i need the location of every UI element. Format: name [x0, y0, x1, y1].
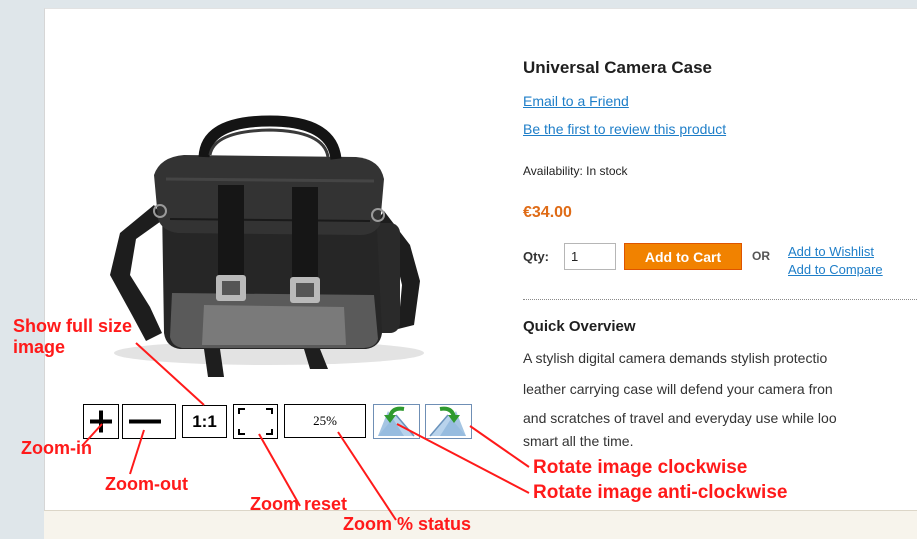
rotate-anticlockwise-button[interactable] [373, 404, 420, 439]
email-friend-link[interactable]: Email to a Friend [523, 93, 629, 109]
product-image[interactable] [84, 115, 466, 393]
annotation-zoom-out: Zoom-out [105, 474, 188, 494]
minus-icon [129, 419, 161, 424]
overview-line: leather carrying case will defend your c… [523, 381, 833, 397]
overview-line: A stylish digital camera demands stylish… [523, 350, 828, 366]
overview-line: smart all the time. [523, 433, 634, 449]
availability-status: Availability: In stock [523, 164, 628, 178]
add-to-compare-link[interactable]: Add to Compare [788, 262, 883, 277]
zoom-reset-button[interactable] [233, 404, 278, 439]
or-label: OR [752, 249, 770, 263]
qty-input[interactable] [564, 243, 616, 270]
zoom-in-button[interactable] [83, 404, 119, 439]
annotation-rotate-anticlockwise: Rotate image anti-clockwise [533, 482, 788, 503]
product-title: Universal Camera Case [523, 58, 713, 77]
product-price: €34.00 [523, 204, 572, 221]
annotation-zoom-status: Zoom % status [343, 514, 472, 534]
zoom-percent-value: 25% [313, 413, 337, 428]
actual-size-label: 1:1 [192, 411, 217, 431]
rotate-right-arrow-icon [426, 405, 471, 438]
zoom-out-button[interactable] [122, 404, 176, 439]
section-divider [523, 299, 917, 300]
plus-icon [90, 410, 112, 433]
annotation-show-full-size: Show full size image [13, 316, 132, 358]
annotation-line1: Show full size [13, 316, 133, 336]
rotate-clockwise-button[interactable] [425, 404, 472, 439]
rotate-left-arrow-icon [374, 405, 419, 438]
actual-size-button[interactable]: 1:1 [182, 405, 227, 438]
review-link[interactable]: Be the first to review this product [523, 121, 726, 137]
quick-overview-title: Quick Overview [523, 318, 636, 335]
add-to-cart-button[interactable]: Add to Cart [624, 243, 742, 270]
add-to-wishlist-link[interactable]: Add to Wishlist [788, 244, 874, 259]
zoom-status-display: 25% [284, 404, 366, 438]
dashed-frame-icon [238, 408, 273, 435]
footer-band [44, 510, 917, 539]
annotation-zoom-in: Zoom-in [21, 438, 92, 458]
annotation-line2: image [13, 337, 66, 357]
qty-label: Qty: [523, 249, 549, 264]
annotation-rotate-clockwise: Rotate image clockwise [533, 457, 748, 478]
annotation-zoom-reset: Zoom reset [250, 494, 348, 514]
overview-line: and scratches of travel and everyday use… [523, 410, 837, 426]
